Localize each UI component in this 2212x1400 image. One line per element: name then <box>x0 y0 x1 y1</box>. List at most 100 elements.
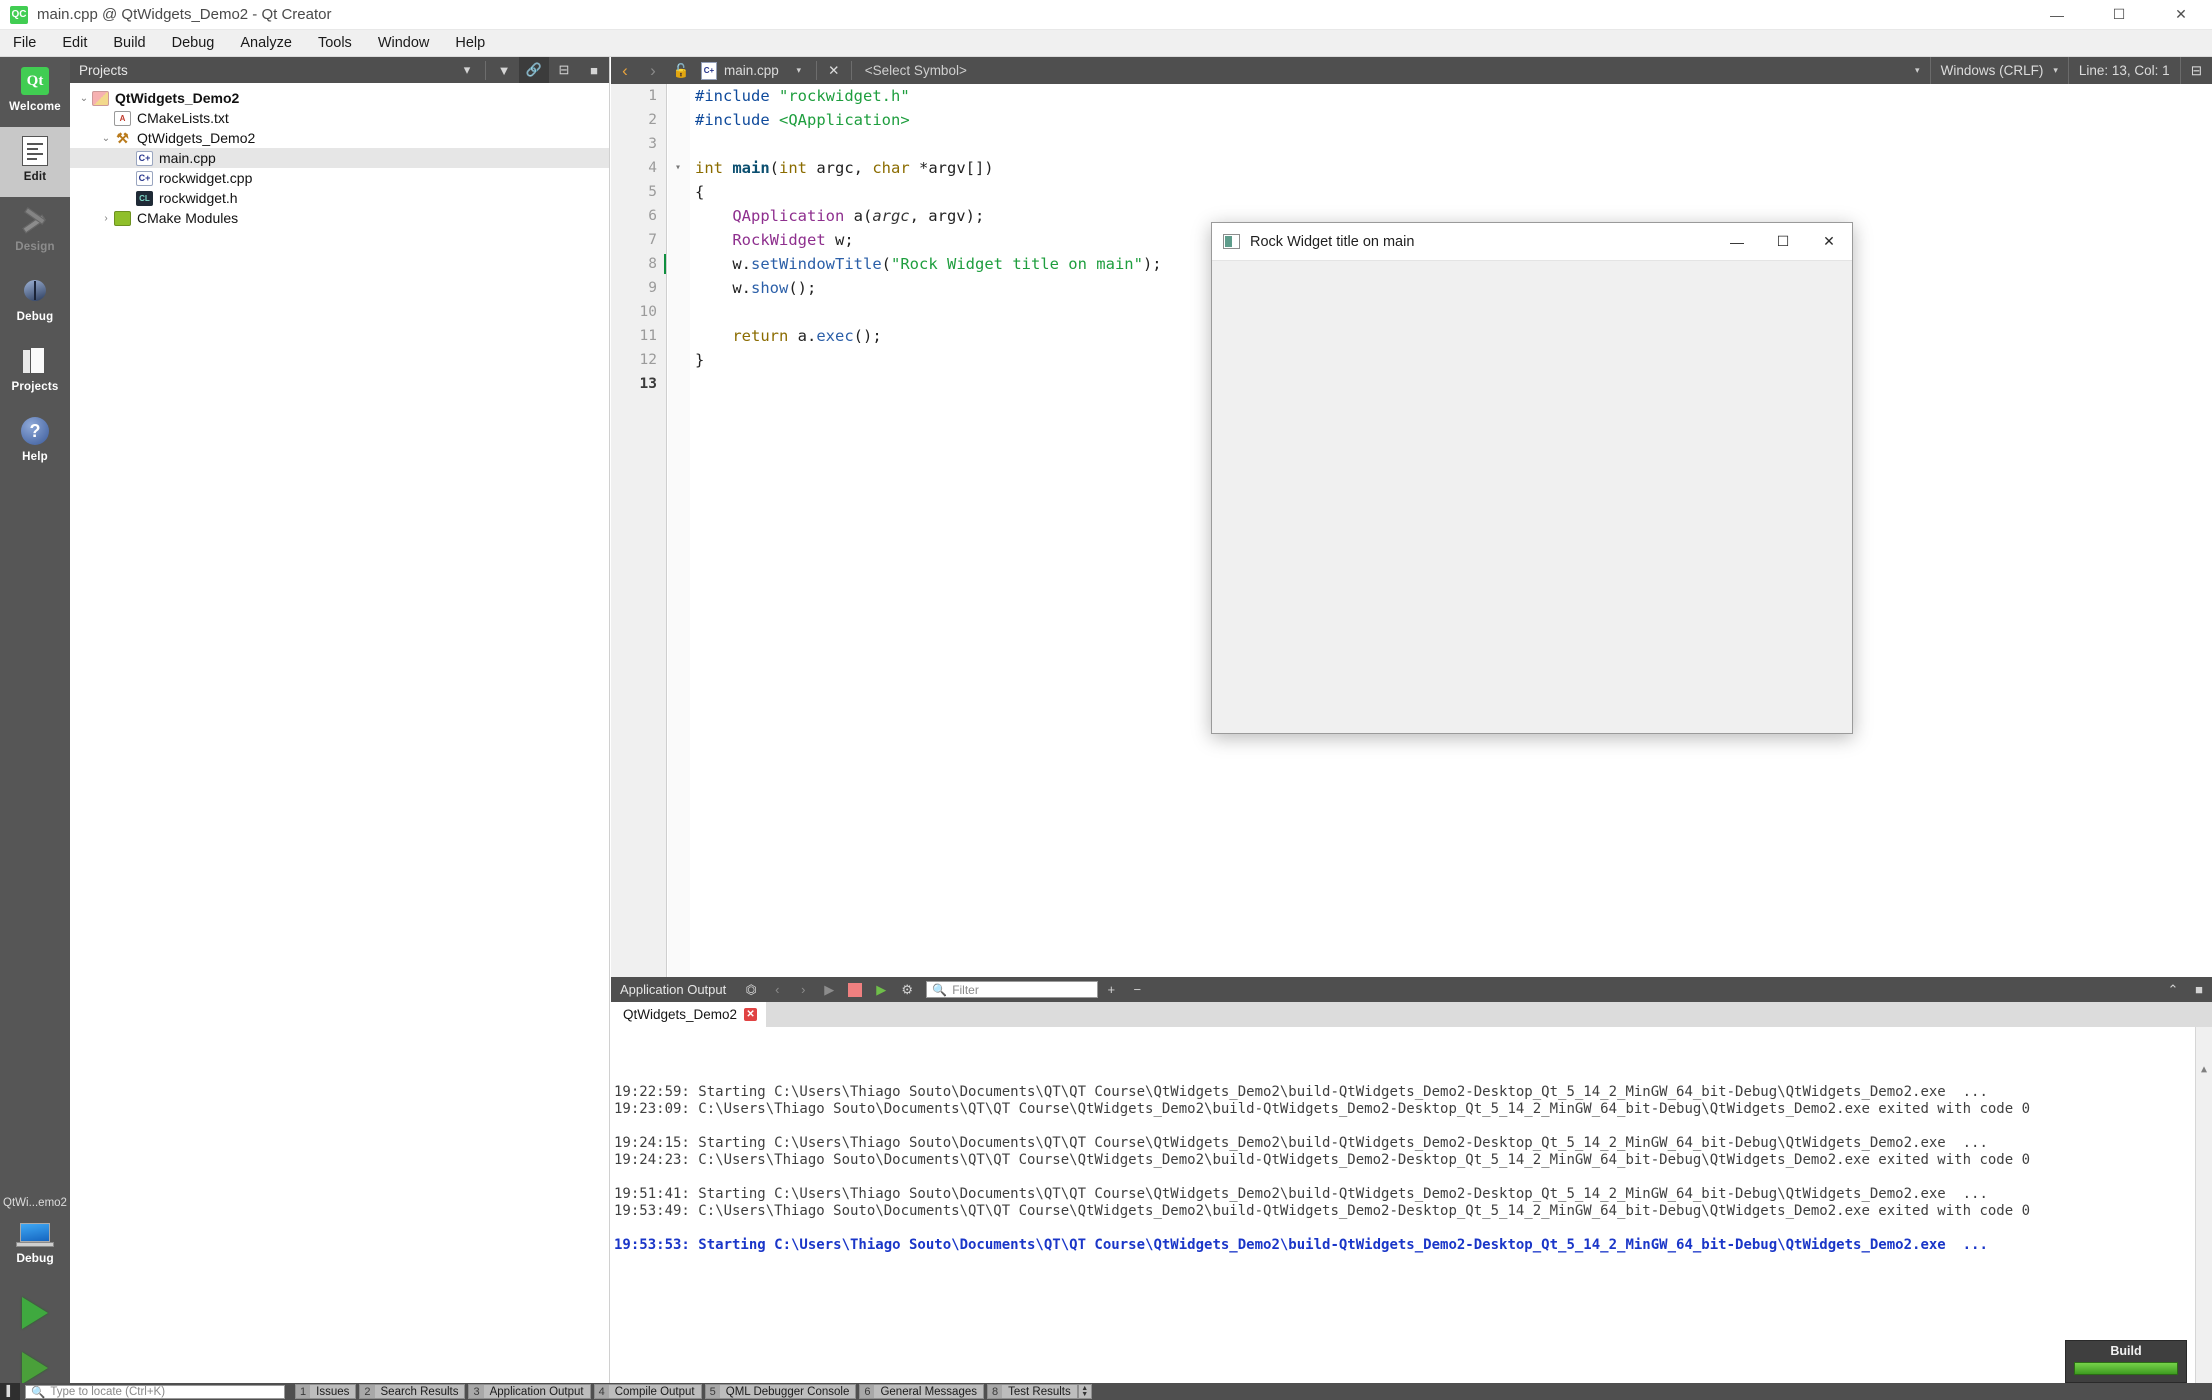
status-tab-test-results[interactable]: 8 Test Results <box>987 1384 1078 1399</box>
minimize-icon[interactable]: — <box>2026 0 2088 30</box>
tree-item-cmake-modules[interactable]: › CMake Modules <box>70 208 609 228</box>
scroll-up-icon[interactable]: ▲ <box>2196 1061 2212 1078</box>
maximize-icon[interactable]: ☐ <box>1760 223 1806 261</box>
rock-widget-canvas <box>1212 261 1852 733</box>
code-line[interactable]: 5{ <box>611 180 2212 204</box>
expand-arrow-icon[interactable]: ⌄ <box>98 133 114 144</box>
mode-debug[interactable]: Debug <box>0 267 70 337</box>
status-tab-search-results[interactable]: 2 Search Results <box>359 1384 466 1399</box>
close-file-icon[interactable]: ✕ <box>820 57 848 84</box>
close-icon[interactable]: ✕ <box>2150 0 2212 30</box>
mode-projects[interactable]: Projects <box>0 337 70 407</box>
status-tab-label: Compile Output <box>614 1385 695 1398</box>
status-tab-compile-output[interactable]: 4 Compile Output <box>593 1384 702 1399</box>
status-tab-qml-debugger-console[interactable]: 5 QML Debugger Console <box>704 1384 857 1399</box>
split-editor-icon[interactable]: ⊟ <box>2181 57 2212 84</box>
paintbrush-icon <box>18 204 52 238</box>
code-line[interactable]: 4 ▾ int main(int argc, char *argv[]) <box>611 156 2212 180</box>
menu-tools[interactable]: Tools <box>305 30 365 57</box>
close-panel-icon[interactable]: ■ <box>579 57 609 83</box>
fold-marker-icon[interactable]: ▾ <box>671 156 685 180</box>
status-tab-application-output[interactable]: 3 Application Output <box>468 1384 591 1399</box>
zoom-in-icon[interactable]: + <box>1098 977 1124 1002</box>
output-tab-qtwidgets-demo2[interactable]: QtWidgets_Demo2 ✕ <box>611 1002 767 1027</box>
open-file-chip[interactable]: C+ main.cpp <box>695 61 785 80</box>
run-configuration-selector[interactable]: Debug <box>0 1223 70 1265</box>
close-panel-icon[interactable]: ■ <box>2186 977 2212 1002</box>
prev-item-icon[interactable]: ‹ <box>764 977 790 1002</box>
expand-arrow-icon[interactable]: › <box>98 213 114 224</box>
code-line[interactable]: 1 #include "rockwidget.h" <box>611 84 2212 108</box>
header-file-icon: CL <box>136 190 153 206</box>
minimize-icon[interactable]: — <box>1714 223 1760 261</box>
tree-item-qtwidgets-demo2[interactable]: ⌄ ⚒ QtWidgets_Demo2 <box>70 128 609 148</box>
unlock-icon[interactable]: 🔓 <box>667 57 695 84</box>
tree-item-cmakelists-txt[interactable]: A CMakeLists.txt <box>70 108 609 128</box>
rock-widget-window[interactable]: Rock Widget title on main — ☐ ✕ <box>1211 222 1853 734</box>
menu-window[interactable]: Window <box>365 30 443 57</box>
file-dropdown-icon[interactable]: ▾ <box>785 57 813 84</box>
mode-edit[interactable]: Edit <box>0 127 70 197</box>
menu-file[interactable]: File <box>0 30 49 57</box>
status-tab-number: 5 <box>705 1385 720 1398</box>
code-line-text: QApplication a(argc, argv); <box>732 207 985 225</box>
chevron-down-icon[interactable]: ▾ <box>452 57 482 83</box>
qt-creator-logo-icon: QC <box>10 5 28 24</box>
run-icon[interactable]: ▶ <box>816 977 842 1002</box>
menu-help[interactable]: Help <box>442 30 498 57</box>
expand-arrow-icon[interactable]: ⌄ <box>76 93 92 104</box>
zoom-out-icon[interactable]: − <box>1124 977 1150 1002</box>
log-line: 19:51:41: Starting C:\Users\Thiago Souto… <box>614 1186 1988 1202</box>
run-button[interactable] <box>0 1297 70 1329</box>
menu-build[interactable]: Build <box>100 30 158 57</box>
navigate-forward-icon[interactable]: › <box>639 57 667 84</box>
status-tab-issues[interactable]: 1 Issues <box>295 1384 357 1399</box>
output-pane-spinner[interactable]: ▲ ▼ <box>1077 1384 1092 1399</box>
rock-widget-controls: — ☐ ✕ <box>1714 223 1852 261</box>
maximize-icon[interactable]: ☐ <box>2088 0 2150 30</box>
code-line-text: return a.exec(); <box>732 327 882 345</box>
mode-help[interactable]: ? Help <box>0 407 70 477</box>
mode-label: Debug <box>16 311 54 323</box>
output-log[interactable]: ▲ 19:22:59: Starting C:\Users\Thiago Sou… <box>611 1027 2212 1383</box>
filter-input[interactable]: 🔍 Filter <box>926 981 1099 998</box>
close-icon[interactable]: ✕ <box>1806 223 1852 261</box>
maximize-panel-icon[interactable]: ⌃ <box>2160 977 2186 1002</box>
status-tab-label: General Messages <box>880 1385 977 1398</box>
link-icon[interactable]: 🔗 <box>519 57 549 83</box>
code-line[interactable]: 3 <box>611 132 2212 156</box>
output-scrollbar[interactable]: ▲ <box>2195 1027 2212 1383</box>
editor-scrollbar[interactable] <box>2195 168 2212 977</box>
tree-item-qtwidgets-demo2[interactable]: ⌄ QtWidgets_Demo2 <box>70 88 609 108</box>
line-ending-selector[interactable]: Windows (CRLF) ▾ <box>1931 57 2068 84</box>
next-item-icon[interactable]: › <box>790 977 816 1002</box>
tree-item-main-cpp[interactable]: C+ main.cpp <box>70 148 609 168</box>
run-config-label: Debug <box>16 1251 54 1265</box>
stop-icon[interactable] <box>842 977 868 1002</box>
menu-analyze[interactable]: Analyze <box>227 30 305 57</box>
mode-welcome[interactable]: Qt Welcome <box>0 57 70 127</box>
menu-debug[interactable]: Debug <box>159 30 228 57</box>
search-icon: 🔍 <box>31 1386 46 1399</box>
split-icon[interactable]: ⊟ <box>549 57 579 83</box>
kit-selector-label[interactable]: QtWi...emo2 <box>0 1197 70 1209</box>
run-debug-icon[interactable]: ▶ <box>868 977 894 1002</box>
status-tab-general-messages[interactable]: 6 General Messages <box>859 1384 984 1399</box>
clear-output-icon[interactable]: ⏣ <box>738 977 764 1002</box>
menu-edit[interactable]: Edit <box>49 30 100 57</box>
output-pane-header: Application Output ⏣ ‹ › ▶ ▶ ⚙ 🔍 Filter … <box>611 977 2212 1002</box>
symbol-selector[interactable]: <Select Symbol> <box>855 63 967 78</box>
navigate-back-icon[interactable]: ‹ <box>611 57 639 84</box>
filter-icon[interactable]: ▼ <box>489 57 519 83</box>
start-debugging-button[interactable] <box>0 1352 70 1384</box>
symbol-dropdown-icon[interactable]: ▾ <box>1905 57 1930 84</box>
tree-item-rockwidget-cpp[interactable]: C+ rockwidget.cpp <box>70 168 609 188</box>
tree-item-rockwidget-h[interactable]: CL rockwidget.h <box>70 188 609 208</box>
output-pane-tabs: 1 Issues 2 Search Results 3 Application Outpu… <box>295 1384 1078 1399</box>
sidebar-toggle-icon[interactable]: ▌ <box>0 1383 20 1400</box>
locator-input[interactable]: 🔍 Type to locate (Ctrl+K) <box>25 1384 285 1399</box>
code-line[interactable]: 2 #include <QApplication> <box>611 108 2212 132</box>
settings-icon[interactable]: ⚙ <box>894 977 920 1002</box>
mode-label: Design <box>15 241 55 253</box>
close-icon[interactable]: ✕ <box>744 1008 758 1021</box>
